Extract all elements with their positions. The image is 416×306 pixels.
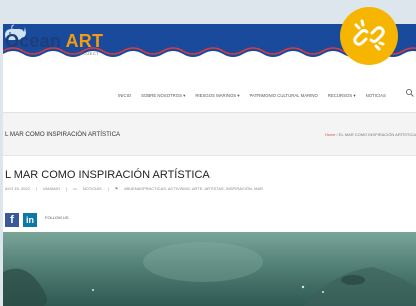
post-meta: AYO 15, 2022 | VANAMO | ▭ NOTICIAS | ⚑ #… <box>5 186 263 191</box>
chat-icon: ▭ <box>72 186 77 191</box>
site-logo[interactable]: Ocean ART <box>5 31 103 52</box>
tag-icon: ⚑ <box>114 186 119 191</box>
post-author[interactable]: VANAMO <box>43 186 60 191</box>
logo-accent-text: ART <box>65 31 104 51</box>
breadcrumb-current: EL MAR COMO INSPIRACIÓN ARTÍSTICA <box>338 132 416 137</box>
breadcrumb-home[interactable]: Home <box>325 132 336 137</box>
link-icon[interactable] <box>340 7 398 65</box>
facebook-icon[interactable]: f <box>5 213 19 227</box>
post-title: L MAR COMO INSPIRACIÓN ARTÍSTICA <box>5 169 210 181</box>
linkedin-icon[interactable]: in <box>23 213 37 227</box>
header-row <box>3 72 416 113</box>
separator: | <box>65 186 67 191</box>
post-category[interactable]: NOTICIAS <box>83 186 102 191</box>
follow-us-label: FOLLOW US <box>45 214 69 220</box>
hero-image <box>3 232 416 306</box>
post-tags[interactable]: #BUENASPRACTICAS, ACTIVISMO, ARTE, ARTIS… <box>124 186 263 191</box>
social-share: f in FOLLOW US <box>5 213 69 227</box>
separator: | <box>107 186 109 191</box>
logo-subtitle: PROJECT <box>77 51 100 56</box>
post-date: AYO 15, 2022 <box>5 186 30 191</box>
breadcrumb: Home / EL MAR COMO INSPIRACIÓN ARTÍSTICA <box>325 132 416 137</box>
page-title: L MAR COMO INSPIRACIÓN ARTÍSTICA <box>5 131 121 138</box>
logo-main-text: Ocean <box>5 31 66 51</box>
separator: | <box>35 186 37 191</box>
page-frame: Ocean ART PROJECT INICIO SOBRE NOSOTROS … <box>3 24 416 306</box>
